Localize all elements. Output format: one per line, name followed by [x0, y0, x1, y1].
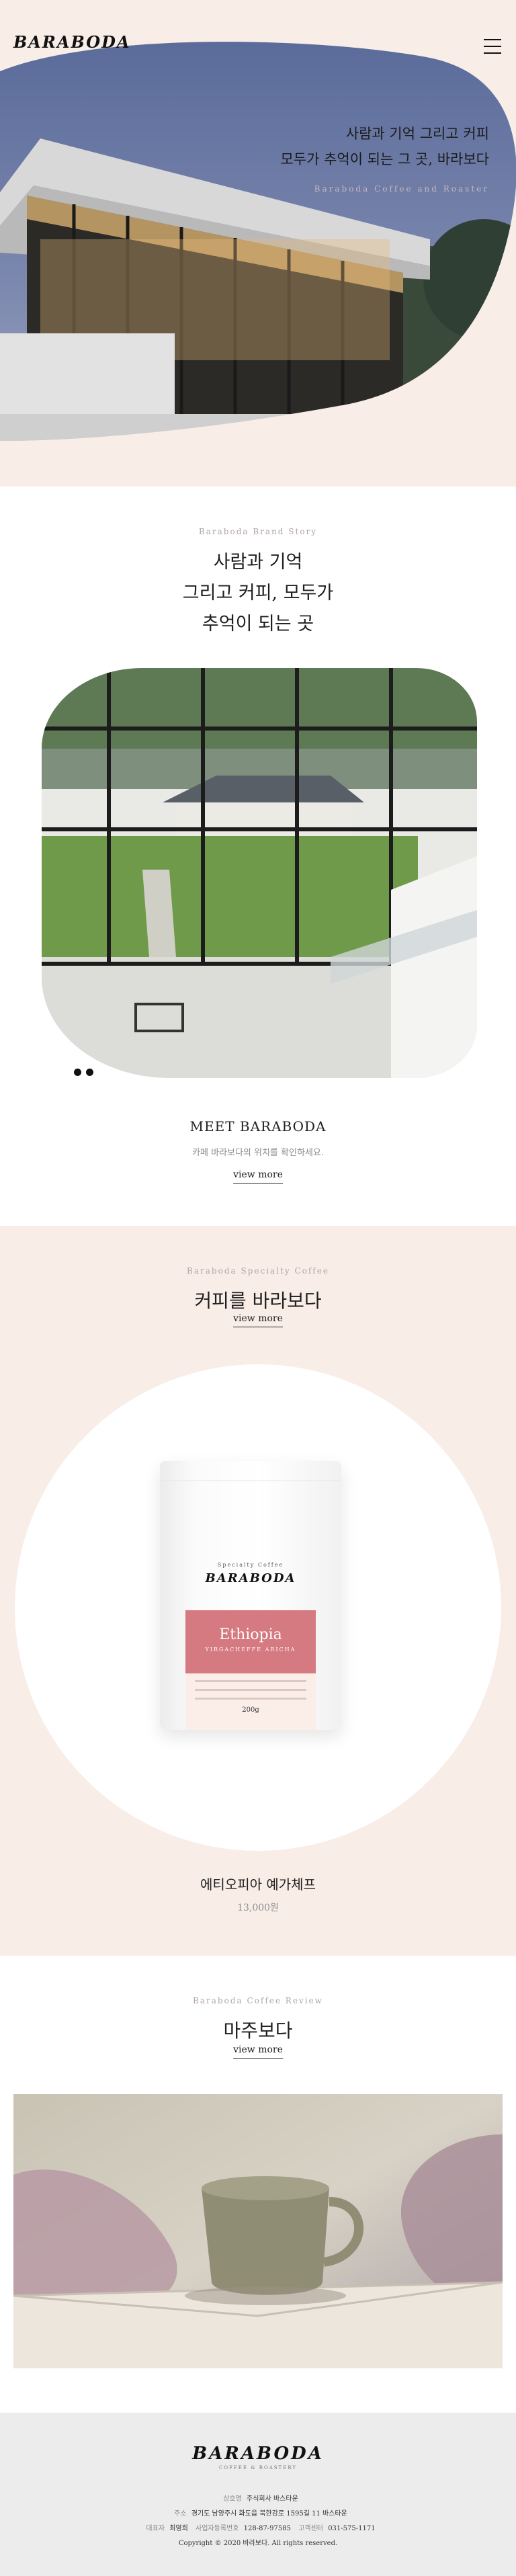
footer-tel: 031-575-1171 [328, 2525, 376, 2532]
carousel-dot-1[interactable] [74, 1069, 81, 1076]
footer-logo-block: BARABODA COFFEE & ROASTERY [0, 2444, 516, 2470]
footer-business-line: 대표자 최영희 사업자등록번호 128-87-97585 고객센터 031-57… [0, 2522, 516, 2536]
footer-logo-sub: COFFEE & ROASTERY [218, 2465, 298, 2470]
footer-ceo-label: 대표자 [146, 2525, 165, 2532]
bag-logo: BARABODA [205, 1571, 296, 1585]
story-title-line-1: 사람과 기억 [213, 552, 303, 573]
footer-company-label: 상호명 [223, 2495, 242, 2503]
bag-info-panel [185, 1673, 316, 1730]
review-view-more-link[interactable]: view more [233, 2044, 283, 2059]
review-eyebrow: Baraboda Coffee Review [193, 1996, 323, 2005]
logo[interactable]: BARABODA [13, 32, 131, 52]
footer-company-line: 상호명 주식회사 바스타운 [0, 2492, 516, 2507]
coffee-eyebrow: Baraboda Specialty Coffee [187, 1266, 329, 1276]
footer: BARABODA COFFEE & ROASTERY 상호명 주식회사 바스타운… [0, 2413, 516, 2576]
story-title-line-3: 추억이 되는 곳 [202, 614, 314, 634]
cafe-interior-image [42, 668, 477, 1078]
coffee-view-more-link[interactable]: view more [233, 1313, 283, 1327]
bag-info-row [195, 1680, 306, 1682]
hero-line-1: 사람과 기억 그리고 커피 [345, 126, 489, 142]
footer-tel-label: 고객센터 [298, 2525, 323, 2532]
hero-building-image [0, 38, 516, 441]
coffee-review-section: Baraboda Coffee Review 마주보다 view more [0, 1956, 516, 2413]
bag-region: YIRGACHEFFE ARICHA [205, 1647, 296, 1653]
bag-info-row [195, 1698, 306, 1700]
footer-info: 상호명 주식회사 바스타운 주소 경기도 남양주시 화도읍 북한강로 1595길… [0, 2492, 516, 2551]
menu-hamburger-icon[interactable] [484, 39, 501, 54]
footer-ceo: 최영희 [169, 2525, 188, 2532]
coffee-bag-image[interactable]: Specialty Coffee BARABODA Ethiopia YIRGA… [160, 1461, 341, 1730]
coffee-cup-image [13, 2094, 503, 2368]
footer-company: 주식회사 바스타운 [247, 2495, 298, 2503]
story-title: 사람과 기억 그리고 커피, 모두가 추억이 되는 곳 [0, 547, 516, 640]
specialty-coffee-section: Baraboda Specialty Coffee 커피를 바라보다 view … [0, 1226, 516, 1956]
bag-weight: 200g [242, 1706, 259, 1714]
bag-origin-label: Ethiopia YIRGACHEFFE ARICHA [185, 1610, 316, 1673]
footer-address-label: 주소 [174, 2510, 187, 2518]
footer-biz-label: 사업자등록번호 [196, 2525, 239, 2532]
review-title: 마주보다 [223, 2020, 293, 2042]
footer-address: 경기도 남양주시 화도읍 북한강로 1595길 11 바스타운 [191, 2510, 347, 2518]
footer-biz: 128-87-97585 [243, 2525, 291, 2532]
hero-subtitle: Baraboda Coffee and Roaster [314, 184, 489, 194]
carousel-dot-2[interactable] [86, 1069, 93, 1076]
story-eyebrow: Baraboda Brand Story [198, 527, 318, 536]
brand-story-section: Baraboda Brand Story 사람과 기억 그리고 커피, 모두가 … [0, 487, 516, 1226]
bag-seal [160, 1461, 341, 1481]
footer-copyright: Copyright © 2020 바라보다. All rights reserv… [178, 2540, 338, 2547]
meet-title: MEET BARABODA [189, 1118, 327, 1134]
footer-logo[interactable]: BARABODA [0, 2444, 516, 2464]
hero-line-2: 모두가 추억이 되는 그 곳, 바라보다 [280, 151, 489, 167]
footer-address-line: 주소 경기도 남양주시 화도읍 북한강로 1595길 11 바스타운 [0, 2507, 516, 2522]
product-name[interactable]: 에티오피아 예가체프 [0, 1874, 516, 1893]
coffee-title: 커피를 바라보다 [194, 1290, 322, 1312]
bag-origin: Ethiopia [219, 1626, 282, 1643]
hero-copy: 사람과 기억 그리고 커피 모두가 추억이 되는 그 곳, 바라보다 Barab… [280, 121, 489, 194]
bag-specialty-text: Specialty Coffee [217, 1562, 284, 1568]
story-title-line-2: 그리고 커피, 모두가 [182, 583, 334, 604]
carousel-dots [74, 1069, 93, 1076]
meet-description: 카페 바라보다의 위치를 확인하세요. [192, 1148, 324, 1158]
bag-info-row [195, 1689, 306, 1691]
hero-section: BARABODA 사람과 기억 그리고 커피 모두가 추억이 되는 그 곳, 바… [0, 0, 516, 487]
product-price: 13,000원 [237, 1903, 279, 1913]
story-view-more-link[interactable]: view more [233, 1169, 283, 1183]
